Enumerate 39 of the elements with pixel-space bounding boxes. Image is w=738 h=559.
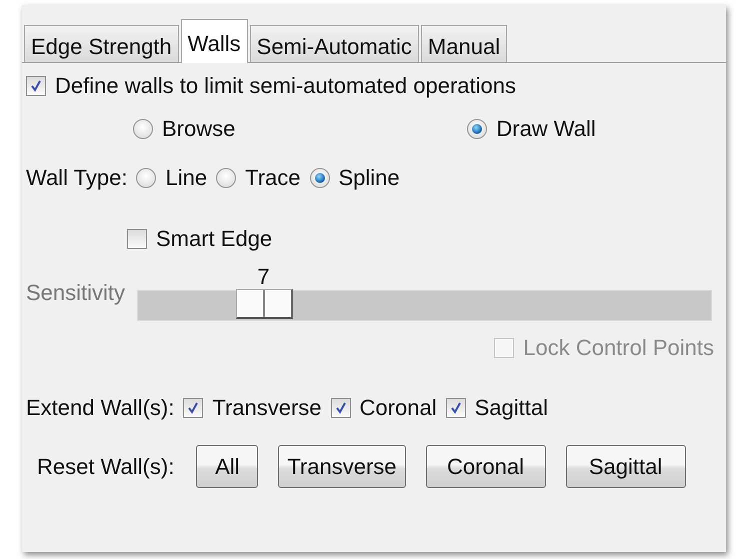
check-mark-icon (29, 79, 43, 93)
check-mark-icon (448, 401, 463, 415)
reset-walls-label: Reset Wall(s): (37, 454, 174, 480)
slider-value: 7 (257, 264, 270, 290)
radio-button[interactable] (467, 119, 488, 139)
wall-type-label: Wall Type: (26, 165, 128, 191)
reset-button[interactable]: Transverse (278, 445, 406, 488)
checkbox[interactable] (330, 398, 351, 418)
slider-thumb[interactable] (236, 289, 294, 319)
radio-label: Spline (338, 165, 400, 191)
checkbox-label: Sagittal (474, 395, 548, 421)
radio-button[interactable] (310, 168, 330, 188)
reset-button[interactable]: Sagittal (566, 445, 686, 488)
checkbox[interactable] (183, 398, 204, 418)
tab[interactable]: Edge Strength (24, 25, 179, 62)
reset-button[interactable]: All (196, 445, 258, 488)
tab[interactable]: Walls (180, 19, 248, 63)
checkbox[interactable] (26, 76, 46, 96)
tab[interactable]: Manual (420, 25, 508, 62)
radio-label: Trace (245, 165, 300, 191)
tab[interactable]: Semi-Automatic (250, 25, 419, 62)
slider-label: Sensitivity (26, 280, 126, 306)
checkbox-label: Transverse (212, 395, 322, 421)
radio-label: Draw Wall (496, 116, 596, 142)
checkbox[interactable] (446, 398, 466, 418)
check-mark-icon (186, 401, 200, 415)
reset-button[interactable]: Coronal (426, 445, 546, 488)
checkbox-label: Coronal (360, 395, 437, 421)
extend-walls-label: Extend Wall(s): (26, 395, 174, 421)
radio-label: Browse (162, 116, 236, 142)
checkbox-label: Lock Control Points (523, 335, 714, 361)
radio-button[interactable] (136, 168, 156, 188)
checkbox-label: Smart Edge (156, 226, 272, 252)
radio-button[interactable] (133, 119, 153, 139)
radio-button[interactable] (216, 168, 236, 188)
checkbox-label: Define walls to limit semi-automated operations (55, 73, 516, 99)
radio-label: Line (165, 165, 208, 191)
check-mark-icon (334, 401, 348, 415)
checkbox[interactable] (127, 229, 147, 249)
